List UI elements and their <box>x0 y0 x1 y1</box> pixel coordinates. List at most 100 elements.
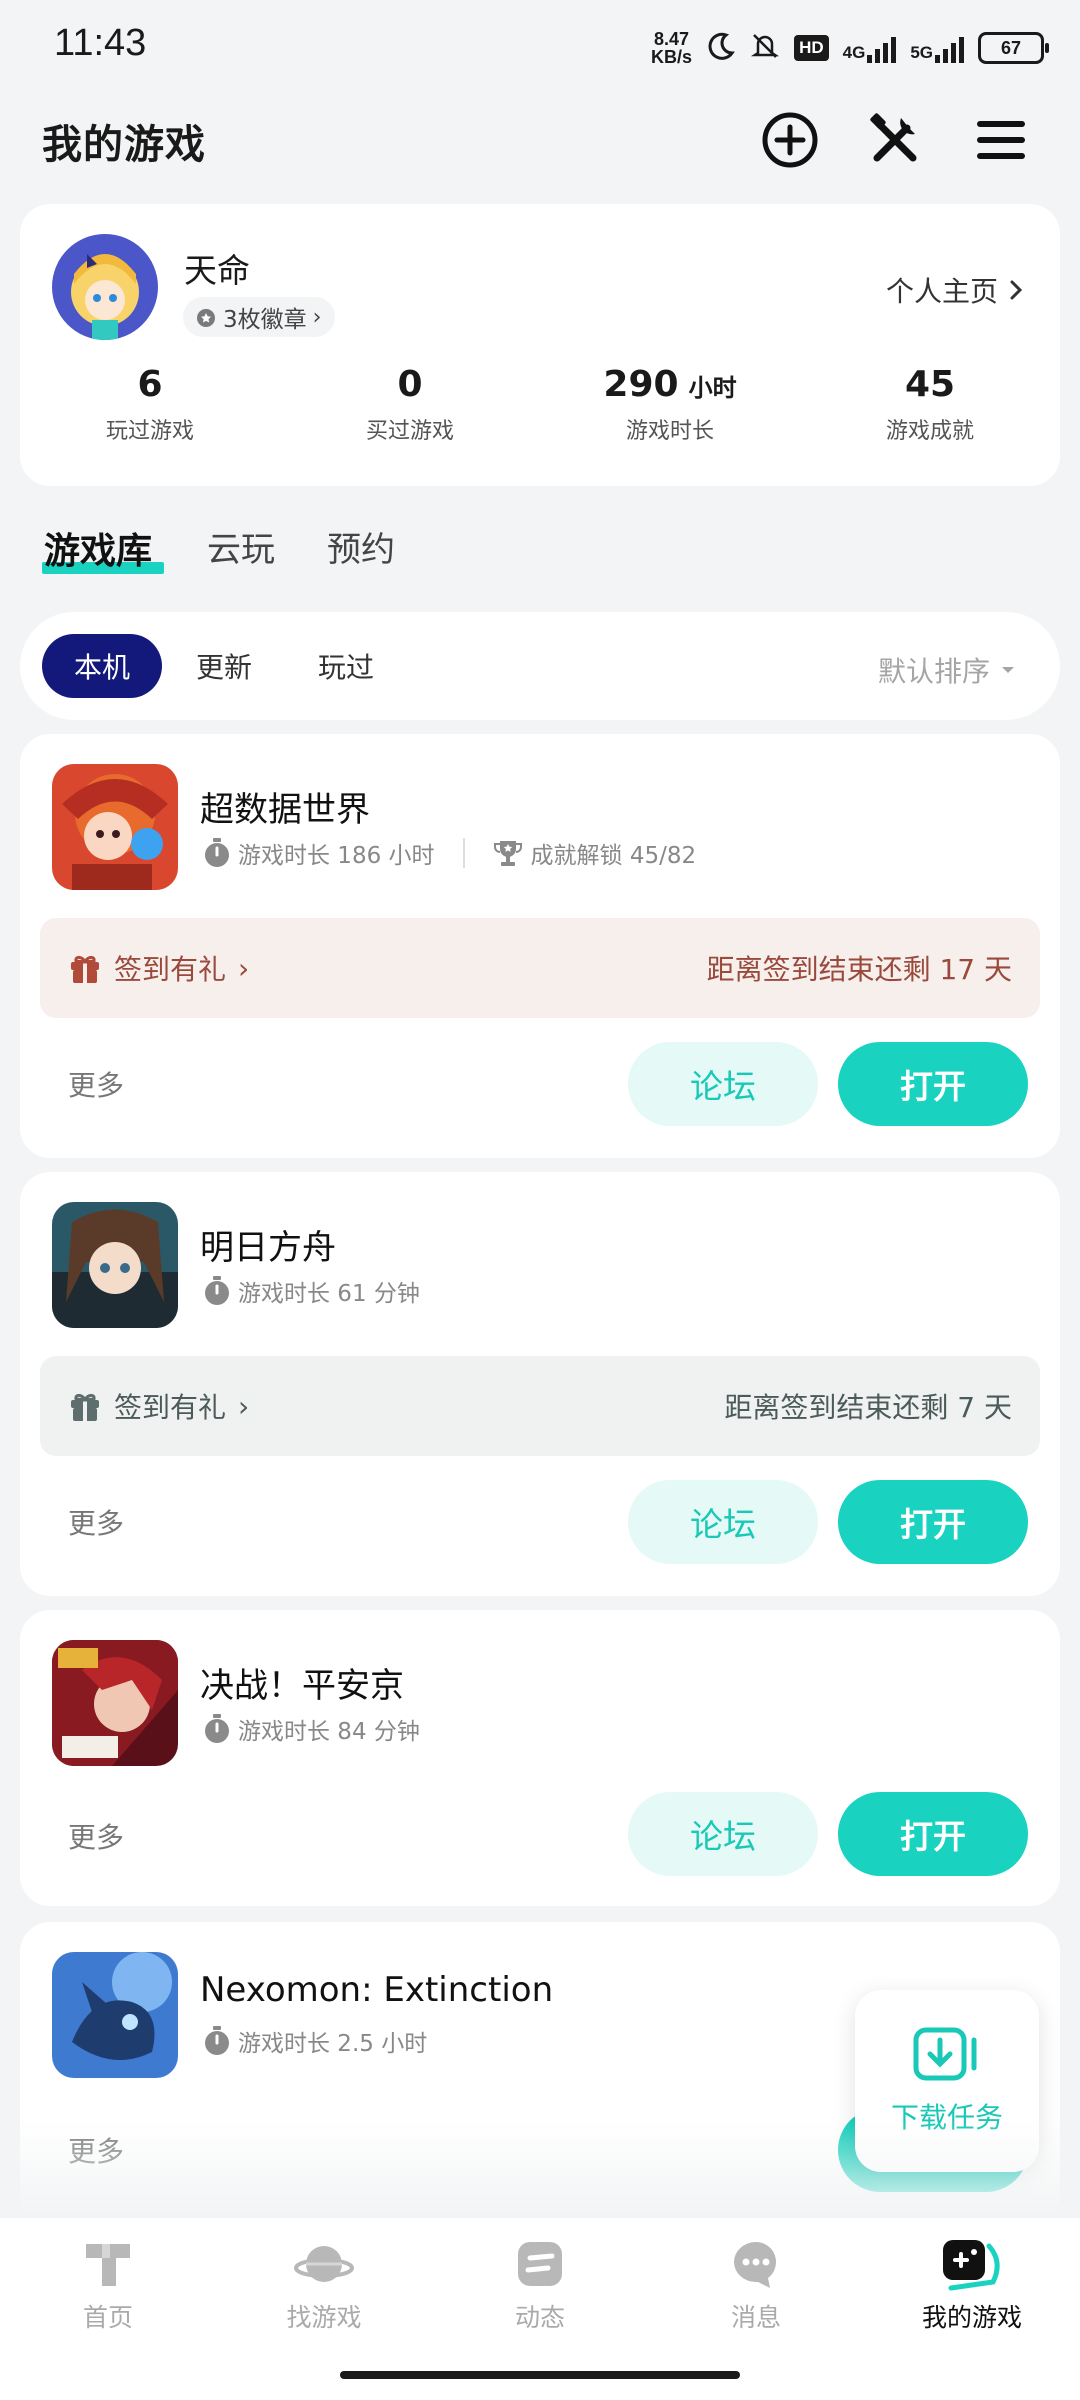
signin-remaining: 距离签到结束还剩 17 天 <box>706 953 1012 986</box>
open-button[interactable]: 打开 <box>838 1480 1028 1564</box>
stopwatch-icon <box>205 838 229 867</box>
tools-button[interactable] <box>860 105 930 175</box>
achievement-text: 成就解锁 45/82 <box>530 843 697 869</box>
nav-my-games[interactable]: 我的游戏 <box>864 2236 1080 2334</box>
signin-label: 签到有礼 <box>114 1391 227 1424</box>
stat-achievements[interactable]: 45 游戏成就 <box>800 364 1060 445</box>
game-title[interactable]: 决战！平安京 <box>200 1658 404 1707</box>
game-meta: 游戏时长 61 分钟 <box>204 1274 420 1308</box>
add-game-button[interactable] <box>755 105 825 175</box>
nav-home-label: 首页 <box>82 2303 133 2332</box>
game-meta: 游戏时长 84 分钟 <box>204 1712 420 1746</box>
gamepad-icon <box>943 2240 1000 2291</box>
avatar[interactable] <box>52 234 158 340</box>
stopwatch-icon <box>205 2026 229 2055</box>
homepage-link[interactable]: 个人主页 <box>886 270 1024 310</box>
stat-bought-games[interactable]: 0 买过游戏 <box>280 364 540 445</box>
nav-messages[interactable]: 消息 <box>648 2236 864 2334</box>
playtime-text: 游戏时长 2.5 小时 <box>238 2031 428 2057</box>
chevron-right-icon: › <box>238 951 250 985</box>
nav-find-games[interactable]: 找游戏 <box>216 2236 432 2334</box>
badges-label: 3枚徽章 <box>223 307 307 333</box>
nav-home[interactable]: 首页 <box>0 2236 216 2334</box>
game-title[interactable]: 明日方舟 <box>200 1220 336 1269</box>
signal-5g-icon: 5G <box>910 33 964 63</box>
nav-feed-label: 动态 <box>514 2303 565 2332</box>
hd-voice-icon: HD <box>794 35 829 61</box>
download-icon <box>913 2027 977 2081</box>
chat-bubble-icon <box>734 2242 776 2288</box>
sort-label: 默认排序 <box>877 655 990 688</box>
game-icon[interactable] <box>52 1640 178 1766</box>
stat-played-games[interactable]: 6 玩过游戏 <box>20 364 280 445</box>
filter-bar: 本机 更新 玩过 默认排序 <box>20 612 1060 720</box>
signin-label: 签到有礼 <box>114 953 227 986</box>
nav-messages-label: 消息 <box>730 2303 781 2332</box>
game-icon[interactable] <box>52 1952 178 2078</box>
mute-bell-icon <box>750 31 780 65</box>
open-button[interactable]: 打开 <box>838 1792 1028 1876</box>
more-link[interactable]: 更多 <box>68 1816 124 1856</box>
filter-updates[interactable]: 更新 <box>164 634 284 698</box>
badges-chip[interactable]: 3枚徽章 › <box>183 297 336 337</box>
nav-feed[interactable]: 动态 <box>432 2236 648 2334</box>
status-bar: 11:43 8.47 KB/s HD 4G 5G 67 <box>0 0 1080 95</box>
chevron-right-icon: › <box>312 304 322 330</box>
profile-card: 天命 3枚徽章 › 个人主页 6 玩过游戏 0 买过游戏 290 小时 游戏时长 … <box>20 204 1060 486</box>
stopwatch-icon <box>205 1714 229 1743</box>
planet-icon <box>294 2246 354 2282</box>
playtime-text: 游戏时长 61 分钟 <box>238 1281 420 1307</box>
nav-find-games-label: 找游戏 <box>286 2303 362 2332</box>
nav-my-games-label: 我的游戏 <box>921 2303 1022 2332</box>
forum-button[interactable]: 论坛 <box>628 1480 818 1564</box>
gift-icon <box>71 955 99 983</box>
moon-icon <box>706 31 736 65</box>
status-time: 11:43 <box>54 22 147 64</box>
game-card: 明日方舟 游戏时长 61 分钟 签到有礼 › 距离签到结束还剩 7 天 更多 论… <box>20 1172 1060 1596</box>
homepage-label: 个人主页 <box>885 275 998 308</box>
more-link[interactable]: 更多 <box>68 1502 124 1542</box>
game-icon[interactable] <box>52 1202 178 1328</box>
caret-down-icon <box>1002 667 1014 673</box>
signal-4g-icon: 4G <box>843 33 897 63</box>
signin-remaining: 距离签到结束还剩 7 天 <box>724 1391 1012 1424</box>
more-link[interactable]: 更多 <box>68 1064 124 1104</box>
game-card: 超数据世界 游戏时长 186 小时 成就解锁 45/82 签到有礼 › 距离签到… <box>20 734 1060 1158</box>
game-title[interactable]: 超数据世界 <box>200 782 370 831</box>
filter-played[interactable]: 玩过 <box>286 634 406 698</box>
filter-local[interactable]: 本机 <box>42 634 163 698</box>
forum-button[interactable]: 论坛 <box>628 1792 818 1876</box>
gift-icon <box>71 1393 99 1421</box>
open-button[interactable]: 打开 <box>838 1042 1028 1126</box>
bottom-fade <box>0 2120 1080 2220</box>
home-indicator[interactable] <box>340 2371 740 2379</box>
chevron-right-icon <box>1010 280 1023 300</box>
medal-icon <box>197 309 215 327</box>
tab-game-library[interactable]: 游戏库 <box>44 522 152 574</box>
network-speed: 8.47 KB/s <box>651 29 693 67</box>
playtime-text: 游戏时长 186 小时 <box>238 843 435 869</box>
stopwatch-icon <box>205 1276 229 1305</box>
feed-icon <box>518 2242 562 2286</box>
forum-button[interactable]: 论坛 <box>628 1042 818 1126</box>
stat-play-time[interactable]: 290 小时 游戏时长 <box>540 364 800 445</box>
home-logo-icon <box>86 2244 130 2286</box>
trophy-icon <box>493 841 522 866</box>
signin-banner[interactable]: 签到有礼 › 距离签到结束还剩 17 天 <box>40 918 1040 1018</box>
game-title[interactable]: Nexomon: Extinction <box>200 1970 553 2010</box>
tab-cloud-play[interactable]: 云玩 <box>207 522 275 571</box>
battery-icon: 67 <box>978 32 1049 64</box>
menu-button[interactable] <box>966 105 1036 175</box>
game-card: 决战！平安京 游戏时长 84 分钟 更多 论坛 打开 <box>20 1610 1060 1906</box>
menu-icon <box>977 121 1025 159</box>
tab-reservations[interactable]: 预约 <box>327 522 395 571</box>
chevron-right-icon: › <box>238 1389 250 1423</box>
game-meta: 游戏时长 2.5 小时 <box>204 2024 427 2058</box>
plus-circle-icon <box>762 112 818 168</box>
signin-banner[interactable]: 签到有礼 › 距离签到结束还剩 7 天 <box>40 1356 1040 1456</box>
game-icon[interactable] <box>52 764 178 890</box>
username: 天命 <box>184 251 250 290</box>
tools-icon <box>870 113 917 162</box>
page-title: 我的游戏 <box>42 122 206 168</box>
sort-dropdown[interactable]: 默认排序 <box>878 650 1016 690</box>
